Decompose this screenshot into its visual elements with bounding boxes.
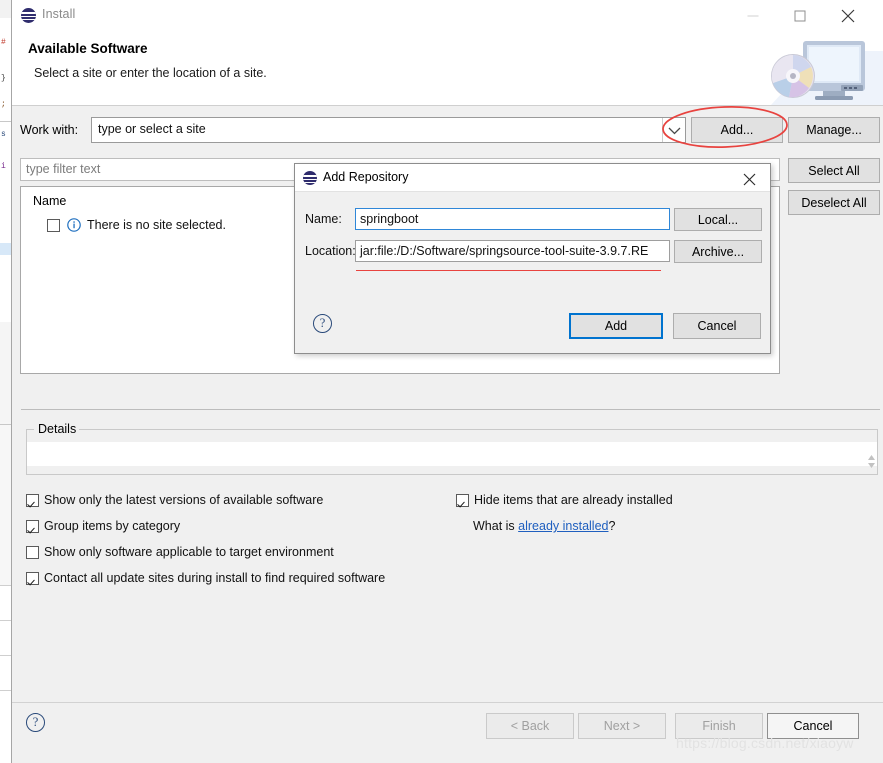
- dialog-title: Add Repository: [323, 170, 409, 184]
- already-installed-link[interactable]: already installed: [518, 519, 608, 533]
- option-group-by-category[interactable]: Group items by category: [26, 519, 180, 533]
- maximize-icon: [794, 10, 806, 21]
- details-group-border-left: [26, 429, 34, 430]
- option-show-latest-versions[interactable]: Show only the latest versions of availab…: [26, 493, 323, 507]
- computer-cd-install-icon: [723, 31, 883, 105]
- work-with-combo[interactable]: type or select a site: [91, 117, 686, 143]
- add-repository-dialog: Add Repository Name: springboot Local...…: [294, 163, 771, 354]
- tree-row-checkbox[interactable]: [47, 218, 60, 232]
- option-label: Show only the latest versions of availab…: [44, 493, 324, 507]
- what-is-suffix: ?: [608, 519, 616, 533]
- help-button[interactable]: ?: [26, 713, 45, 732]
- bg-glyph-2: }: [1, 74, 6, 83]
- install-window: Install Available Software Select a site…: [11, 0, 883, 763]
- eclipse-sphere-icon: [21, 8, 36, 23]
- work-with-placeholder: type or select a site: [98, 122, 206, 136]
- what-is-prefix: What is: [473, 519, 519, 533]
- page-title: Available Software: [28, 41, 148, 56]
- what-is-already-installed: What is already installed?: [473, 519, 615, 533]
- back-button[interactable]: < Back: [486, 713, 574, 739]
- chevron-down-icon[interactable]: [662, 118, 685, 142]
- window-title: Install: [42, 7, 76, 21]
- details-scrollbar[interactable]: [865, 442, 877, 468]
- window-titlebar: Install: [12, 0, 883, 31]
- name-input[interactable]: springboot: [355, 208, 670, 230]
- page-description: Select a site or enter the location of a…: [34, 66, 267, 80]
- annotation-underline: [356, 270, 661, 272]
- details-group-border-right: [78, 429, 878, 430]
- background-window-sliver[interactable]: # } ; s i: [0, 0, 11, 763]
- section-divider: [21, 409, 880, 410]
- close-button[interactable]: [824, 0, 872, 31]
- dialog-cancel-button[interactable]: Cancel: [673, 313, 761, 339]
- archive-button[interactable]: Archive...: [674, 240, 762, 263]
- local-button[interactable]: Local...: [674, 208, 762, 231]
- location-input[interactable]: jar:file:/D:/Software/springsource-tool-…: [355, 240, 670, 262]
- minimize-icon: [747, 15, 759, 16]
- scroll-down-arrow-icon[interactable]: [868, 455, 875, 473]
- bg-row-4: [0, 690, 11, 763]
- select-all-button[interactable]: Select All: [788, 158, 880, 183]
- work-with-label: Work with:: [20, 123, 79, 137]
- watermark: https://blog.csdn.net/xiaoyw: [676, 735, 854, 751]
- next-button[interactable]: Next >: [578, 713, 666, 739]
- bg-selected-line: [0, 243, 11, 255]
- bg-glyph-3: ;: [1, 100, 6, 109]
- tree-column-header-name: Name: [33, 194, 67, 208]
- option-label: Hide items that are already installed: [474, 493, 673, 507]
- option-label: Contact all update sites during install …: [44, 571, 386, 585]
- option-label: Group items by category: [44, 519, 181, 533]
- option-applicable-target-environment[interactable]: Show only software applicable to target …: [26, 545, 334, 559]
- option-hide-already-installed[interactable]: Hide items that are already installed: [456, 493, 673, 507]
- details-group-title: Details: [35, 422, 80, 436]
- bg-row-3: [0, 655, 11, 690]
- table-row[interactable]: There is no site selected.: [47, 216, 226, 234]
- dialog-titlebar: Add Repository: [295, 164, 770, 192]
- location-label: Location:: [305, 244, 356, 258]
- maximize-button[interactable]: [777, 0, 823, 31]
- bg-glyph-1: #: [1, 38, 6, 47]
- checkbox[interactable]: [456, 493, 469, 507]
- details-content: [27, 442, 877, 468]
- bg-row-1: [0, 585, 11, 620]
- bg-toolbar: [0, 0, 11, 18]
- filter-placeholder: type filter text: [26, 162, 101, 176]
- screen: # } ; s i Install Available Software Sel…: [0, 0, 883, 763]
- tree-row-label: There is no site selected.: [87, 218, 226, 232]
- eclipse-sphere-icon: [303, 171, 317, 185]
- bg-editor-low: [0, 322, 11, 422]
- close-icon: [841, 9, 855, 23]
- deselect-all-button[interactable]: Deselect All: [788, 190, 880, 215]
- bg-editor-mid: [0, 122, 11, 322]
- add-site-button[interactable]: Add...: [691, 117, 783, 143]
- wizard-header: Available Software Select a site or ente…: [12, 31, 883, 106]
- bg-glyph-5: i: [1, 162, 6, 171]
- dialog-close-button[interactable]: [730, 164, 770, 191]
- name-label: Name:: [305, 212, 342, 226]
- dialog-add-button[interactable]: Add: [569, 313, 663, 339]
- checkbox[interactable]: [26, 493, 39, 507]
- bg-view-area: [0, 425, 11, 585]
- option-contact-all-update-sites[interactable]: Contact all update sites during install …: [26, 571, 385, 585]
- info-icon: [67, 218, 81, 232]
- bg-glyph-4: s: [1, 130, 6, 139]
- checkbox[interactable]: [26, 519, 39, 533]
- option-label: Show only software applicable to target …: [44, 545, 334, 559]
- manage-button[interactable]: Manage...: [788, 117, 880, 143]
- bg-row-2: [0, 620, 11, 655]
- minimize-button[interactable]: [730, 0, 776, 31]
- checkbox[interactable]: [26, 571, 39, 585]
- checkbox[interactable]: [26, 545, 39, 559]
- dialog-help-button[interactable]: ?: [313, 314, 332, 333]
